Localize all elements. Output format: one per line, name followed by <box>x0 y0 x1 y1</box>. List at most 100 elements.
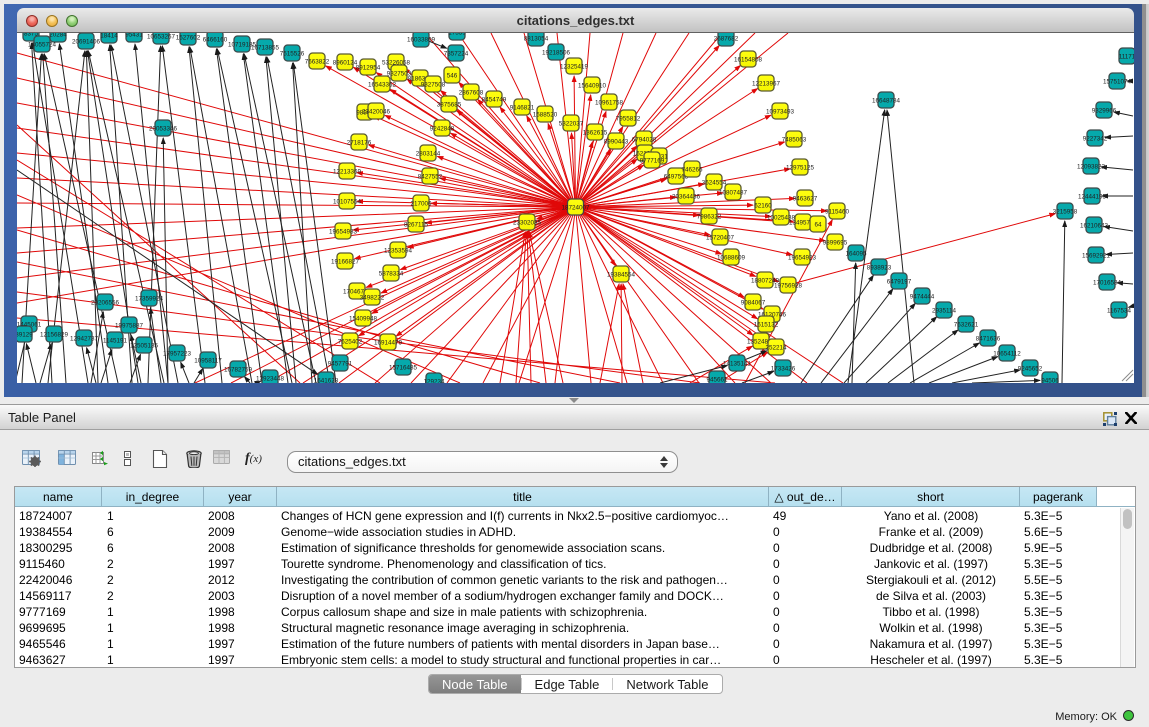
svg-text:10807487: 10807487 <box>719 189 748 196</box>
svg-text:18414: 18414 <box>100 33 118 39</box>
svg-text:14055724: 14055724 <box>28 41 57 48</box>
svg-text:23302035: 23302035 <box>513 219 542 226</box>
svg-text:1615132: 1615132 <box>754 321 779 328</box>
svg-text:129234: 129234 <box>423 378 445 383</box>
svg-text:15716485: 15716485 <box>389 364 418 371</box>
svg-text:12942737: 12942737 <box>70 335 99 342</box>
svg-text:20364436: 20364436 <box>672 193 701 200</box>
svg-text:9245652: 9245652 <box>1018 365 1043 372</box>
svg-text:10958117: 10958117 <box>194 357 222 364</box>
svg-text:252214: 252214 <box>765 344 787 351</box>
svg-text:8471636: 8471636 <box>976 335 1001 342</box>
svg-text:9899695: 9899695 <box>823 239 848 246</box>
svg-text:19218506: 19218506 <box>542 49 571 56</box>
svg-text:19654923: 19654923 <box>788 254 817 261</box>
svg-text:6479197: 6479197 <box>887 278 912 285</box>
svg-text:16543362: 16543362 <box>368 81 397 88</box>
svg-text:7632621: 7632621 <box>954 321 979 328</box>
svg-text:15640910: 15640910 <box>578 82 607 89</box>
svg-text:15751074: 15751074 <box>1103 78 1132 85</box>
svg-text:16648784: 16648784 <box>872 97 901 104</box>
svg-text:8427552: 8427552 <box>418 173 443 180</box>
svg-text:20206556: 20206556 <box>91 299 120 306</box>
svg-text:12156829: 12156829 <box>40 331 69 338</box>
svg-text:9777169: 9777169 <box>640 157 665 164</box>
svg-text:1145191: 1145191 <box>103 337 128 344</box>
svg-text:8267115: 8267115 <box>404 221 429 228</box>
svg-text:1527602: 1527602 <box>176 34 201 41</box>
svg-text:3498222: 3498222 <box>360 294 385 301</box>
svg-text:10654112: 10654112 <box>993 350 1021 357</box>
svg-text:9227342: 9227342 <box>1083 135 1108 142</box>
svg-text:39129: 39129 <box>17 331 33 338</box>
svg-text:546: 546 <box>447 72 458 79</box>
svg-text:5322037: 5322037 <box>559 120 584 127</box>
svg-text:2867608: 2867608 <box>459 89 484 96</box>
svg-text:10688609: 10688609 <box>717 254 746 261</box>
svg-text:18724007: 18724007 <box>561 204 590 211</box>
svg-text:8454749: 8454749 <box>482 96 507 103</box>
svg-text:62160: 62160 <box>754 202 772 209</box>
svg-text:17359924: 17359924 <box>135 295 164 302</box>
svg-text:6466160: 6466160 <box>203 36 228 43</box>
svg-text:19384554: 19384554 <box>607 271 636 278</box>
svg-text:20284: 20284 <box>49 33 67 38</box>
svg-text:12325419: 12325419 <box>560 63 589 70</box>
svg-text:1733426: 1733426 <box>771 365 796 372</box>
svg-text:16154808: 16154808 <box>734 56 763 63</box>
svg-text:10653267: 10653267 <box>147 33 176 40</box>
svg-text:6794028: 6794028 <box>632 136 657 143</box>
svg-text:10107554: 10107554 <box>333 198 362 205</box>
svg-text:17957223: 17957223 <box>163 350 192 357</box>
svg-text:7357224: 7357224 <box>444 50 469 57</box>
svg-text:9084067: 9084067 <box>741 299 766 306</box>
svg-text:9457791: 9457791 <box>328 360 353 367</box>
svg-text:10961758: 10961758 <box>595 99 624 106</box>
svg-text:7663822: 7663822 <box>305 58 330 65</box>
svg-text:11171: 11171 <box>1119 53 1134 60</box>
svg-text:1641628: 1641628 <box>314 377 339 383</box>
svg-text:2803144: 2803144 <box>416 150 441 157</box>
svg-text:12505135: 12505135 <box>130 342 159 349</box>
svg-text:20053346: 20053346 <box>149 125 178 132</box>
svg-text:16210643: 16210643 <box>1080 222 1109 229</box>
svg-text:9115460: 9115460 <box>825 208 850 215</box>
svg-text:9463627: 9463627 <box>793 195 818 202</box>
svg-text:12353594: 12353594 <box>384 247 413 254</box>
svg-text:7515526: 7515526 <box>280 50 305 57</box>
svg-text:7625402: 7625402 <box>338 338 363 345</box>
svg-text:945661: 945661 <box>706 376 728 383</box>
svg-text:19975887: 19975887 <box>115 322 144 329</box>
svg-text:23420046: 23420046 <box>362 108 391 115</box>
svg-text:12093822: 12093822 <box>1077 163 1106 170</box>
svg-text:9242848: 9242848 <box>430 125 455 132</box>
svg-text:12213369: 12213369 <box>333 168 362 175</box>
svg-text:19654983: 19654983 <box>329 228 358 235</box>
svg-text:9327508: 9327508 <box>421 81 446 88</box>
svg-text:14135141: 14135141 <box>723 360 752 367</box>
svg-text:217006: 217006 <box>410 200 432 207</box>
svg-text:64: 64 <box>814 221 822 228</box>
svg-text:12923448: 12923448 <box>256 375 285 382</box>
svg-text:7986322: 7986322 <box>697 213 722 220</box>
svg-text:9146821: 9146821 <box>510 104 535 111</box>
svg-text:95431: 95431 <box>125 33 143 38</box>
svg-text:1588520: 1588520 <box>533 111 558 118</box>
svg-text:3215958: 3215958 <box>1053 208 1078 215</box>
svg-text:8912954: 8912954 <box>356 64 381 71</box>
svg-text:15409948: 15409948 <box>349 315 378 322</box>
svg-text:12444195: 12444195 <box>1078 193 1107 200</box>
svg-text:12975125: 12975125 <box>786 164 815 171</box>
svg-text:16713855: 16713855 <box>251 44 280 51</box>
svg-text:1362615: 1362615 <box>583 129 608 136</box>
svg-text:2687682: 2687682 <box>714 35 739 42</box>
svg-text:3624554: 3624554 <box>702 179 727 186</box>
svg-text:20691406: 20691406 <box>72 38 101 45</box>
svg-text:3875685: 3875685 <box>437 101 462 108</box>
svg-text:12213967: 12213967 <box>752 80 781 87</box>
svg-text:164095: 164095 <box>845 250 867 257</box>
svg-text:7485063: 7485063 <box>782 136 807 143</box>
svg-text:17539: 17539 <box>448 33 466 36</box>
svg-text:8813054: 8813054 <box>524 35 549 42</box>
svg-text:7955812: 7955812 <box>616 115 641 122</box>
